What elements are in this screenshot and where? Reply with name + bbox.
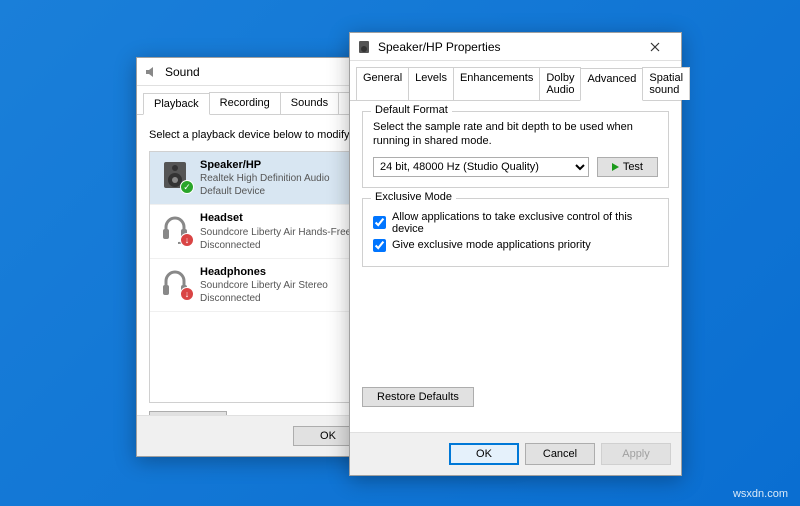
device-status: Disconnected (200, 239, 351, 252)
tab-sounds[interactable]: Sounds (280, 92, 339, 114)
checkbox-label: Give exclusive mode applications priorit… (392, 239, 591, 251)
sound-icon (143, 64, 159, 80)
speaker-icon (356, 39, 372, 55)
restore-defaults-button[interactable]: Restore Defaults (362, 387, 474, 407)
tab-content: Default Format Select the sample rate an… (350, 101, 681, 467)
group-title: Default Format (371, 104, 452, 116)
dialog-buttons: OK Cancel Apply (350, 432, 681, 475)
tab-dolby-audio[interactable]: Dolby Audio (539, 67, 581, 100)
exclusive-control-checkbox[interactable] (373, 216, 386, 229)
headset-icon (158, 211, 192, 245)
cancel-button[interactable]: Cancel (525, 443, 595, 465)
title-bar: Speaker/HP Properties (350, 33, 681, 61)
tabs: General Levels Enhancements Dolby Audio … (350, 61, 681, 101)
window-title: Speaker/HP Properties (378, 40, 635, 54)
properties-window: Speaker/HP Properties General Levels Enh… (349, 32, 682, 476)
group-title: Exclusive Mode (371, 191, 456, 203)
device-driver: Realtek High Definition Audio (200, 172, 330, 185)
default-format-group: Default Format Select the sample rate an… (362, 111, 669, 188)
device-driver: Soundcore Liberty Air Hands-Free (200, 226, 351, 239)
default-badge-icon: ✓ (180, 180, 194, 194)
device-status: Disconnected (200, 292, 328, 305)
exclusive-priority-checkbox[interactable] (373, 239, 386, 252)
apply-button[interactable]: Apply (601, 443, 671, 465)
device-name: Headset (200, 211, 351, 225)
tab-general[interactable]: General (356, 67, 409, 100)
tab-levels[interactable]: Levels (408, 67, 454, 100)
exclusive-control-option[interactable]: Allow applications to take exclusive con… (373, 211, 658, 235)
checkbox-label: Allow applications to take exclusive con… (392, 211, 658, 235)
ok-button[interactable]: OK (449, 443, 519, 465)
tab-enhancements[interactable]: Enhancements (453, 67, 540, 100)
disconnected-badge-icon (180, 287, 194, 301)
device-name: Speaker/HP (200, 158, 330, 172)
tab-recording[interactable]: Recording (209, 92, 281, 114)
device-driver: Soundcore Liberty Air Stereo (200, 279, 328, 292)
speaker-icon: ✓ (158, 158, 192, 192)
tab-advanced[interactable]: Advanced (580, 68, 643, 101)
headphones-icon (158, 265, 192, 299)
play-icon (612, 163, 619, 171)
device-name: Headphones (200, 265, 328, 279)
close-button[interactable] (635, 34, 675, 60)
tab-playback[interactable]: Playback (143, 93, 210, 115)
watermark: wsxdn.com (733, 488, 788, 500)
exclusive-mode-group: Exclusive Mode Allow applications to tak… (362, 198, 669, 267)
sample-rate-select[interactable]: 24 bit, 48000 Hz (Studio Quality) (373, 157, 589, 177)
group-description: Select the sample rate and bit depth to … (373, 120, 658, 149)
test-label: Test (623, 161, 643, 173)
tab-spatial-sound[interactable]: Spatial sound (642, 67, 690, 100)
device-status: Default Device (200, 185, 330, 198)
test-button[interactable]: Test (597, 157, 658, 177)
exclusive-priority-option[interactable]: Give exclusive mode applications priorit… (373, 239, 658, 252)
